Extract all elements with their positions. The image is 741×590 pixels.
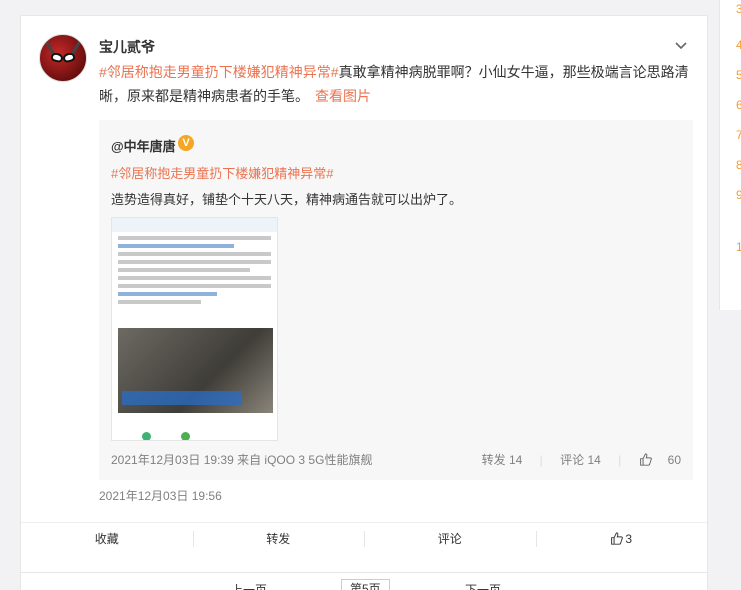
thumb-text-line	[118, 236, 271, 240]
repost-actions: 转发 14 | 评论 14 | 60	[468, 451, 681, 468]
reposted-weibo: @中年唐唐 V #邻居称抱走男童扔下楼嫌犯精神异常# 造势造得真好，铺垫个十天八…	[99, 120, 693, 480]
thumb-text-line	[118, 244, 234, 248]
collect-button[interactable]: 收藏	[21, 523, 193, 562]
weibo-post-card: 宝儿贰爷 #邻居称抱走男童扔下楼嫌犯精神异常#真敢拿精神病脱罪啊？小仙女牛逼，那…	[20, 15, 708, 576]
thumb-video-frame	[118, 328, 273, 413]
repost-hashtag[interactable]: #邻居称抱走男童扔下楼嫌犯精神异常#	[111, 163, 333, 182]
sidebar-number: 4	[736, 38, 741, 52]
divider: |	[618, 453, 622, 467]
like-button[interactable]: 3	[535, 523, 708, 562]
repost-like-count: 60	[667, 453, 681, 467]
sidebar-number: 6	[736, 98, 741, 112]
view-image-link[interactable]: 查看图片	[315, 88, 371, 104]
repost-like-button[interactable]: 60	[639, 453, 681, 467]
next-page-button[interactable]: 下一页	[465, 581, 501, 590]
thumb-text-line	[118, 284, 271, 288]
post-hashtag[interactable]: #邻居称抱走男童扔下楼嫌犯精神异常#	[99, 64, 339, 80]
post-time[interactable]: 2021年12月03日 19:56	[99, 487, 222, 504]
repost-button[interactable]: 转发	[192, 523, 365, 562]
repost-text: 造势造得真好，铺垫个十天八天，精神病通告就可以出炉了。	[111, 192, 463, 207]
thumb-icon	[142, 432, 151, 440]
sidebar-number: 9	[736, 188, 741, 202]
thumbs-up-icon	[611, 532, 624, 545]
thumb-text-line	[118, 252, 271, 256]
thumb-text-line	[118, 268, 250, 272]
thumb-text-line	[118, 292, 217, 296]
like-count: 3	[625, 532, 633, 546]
mask-eye	[62, 51, 76, 64]
prev-page-button[interactable]: 上一页	[231, 581, 267, 590]
divider: |	[539, 453, 543, 467]
thumb-text-line	[118, 260, 271, 264]
current-page-select[interactable]: 第5页	[341, 579, 390, 590]
repost-comment-link[interactable]: 评论 14	[560, 453, 601, 467]
verified-badge-icon: V	[178, 135, 194, 151]
post-username[interactable]: 宝儿贰爷	[99, 37, 155, 57]
repost-username[interactable]: @中年唐唐	[111, 136, 176, 155]
chevron-down-icon[interactable]	[673, 38, 689, 54]
thumb-text-line	[118, 300, 201, 304]
sidebar-number: 8	[736, 158, 741, 172]
sidebar-number: 7	[736, 128, 741, 142]
comment-button[interactable]: 评论	[364, 523, 536, 562]
pagination: 上一页 第5页 下一页	[20, 572, 708, 590]
thumb-status-bar	[112, 218, 277, 232]
thumb-icon	[181, 432, 191, 440]
sidebar-number: 1	[736, 240, 741, 254]
post-action-bar: 收藏 转发 评论 3	[21, 522, 707, 562]
thumbs-up-icon	[639, 453, 652, 466]
repost-time-source[interactable]: 2021年12月03日 19:39 来自 iQOO 3 5G性能旗舰	[111, 451, 372, 468]
thumb-text-line	[118, 276, 271, 280]
thumb-video-caption	[122, 391, 242, 405]
thumb-icons	[142, 428, 252, 440]
repost-image-thumbnail[interactable]	[111, 217, 278, 441]
avatar[interactable]	[39, 34, 87, 82]
post-content: #邻居称抱走男童扔下楼嫌犯精神异常#真敢拿精神病脱罪啊？小仙女牛逼，那些极端言论…	[99, 60, 689, 108]
repost-repost-link[interactable]: 转发 14	[482, 453, 523, 467]
right-sidebar: 3 4 5 6 7 8 9 1	[719, 0, 741, 310]
sidebar-number: 5	[736, 68, 741, 82]
sidebar-number: 3	[736, 2, 741, 16]
